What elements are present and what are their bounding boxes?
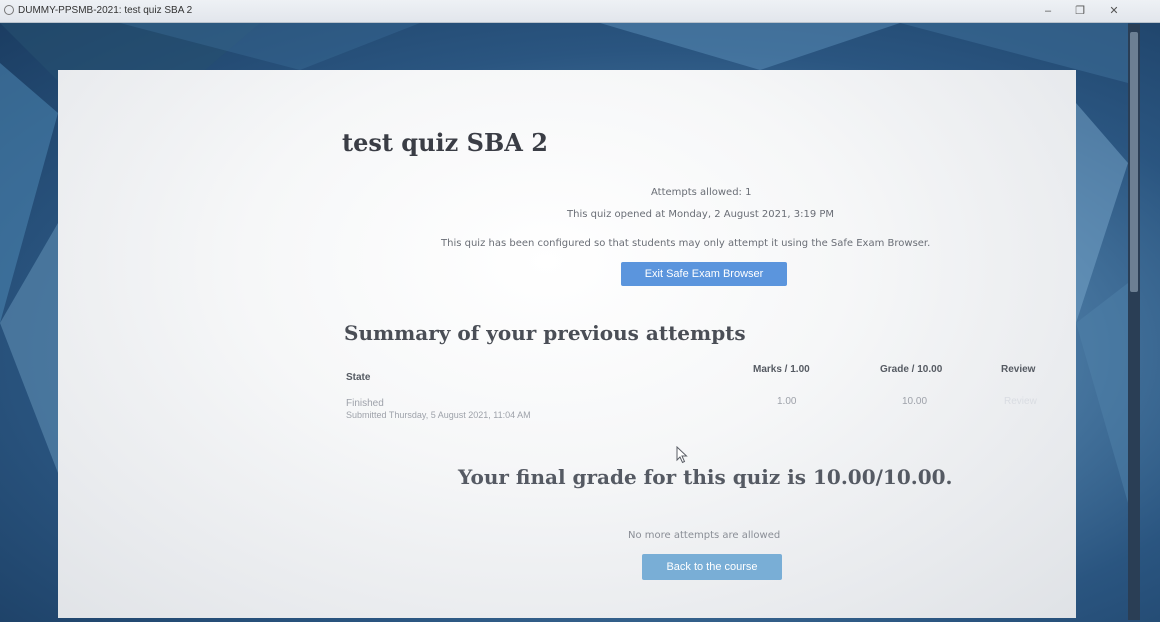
attempt-review-link[interactable]: Review: [1004, 396, 1037, 407]
summary-title: Summary of your previous attempts: [344, 321, 746, 345]
attempts-allowed: Attempts allowed: 1: [651, 187, 752, 198]
seb-notice: This quiz has been configured so that st…: [441, 238, 931, 249]
col-header-state: State: [346, 372, 371, 383]
cursor-icon: [676, 446, 688, 464]
exit-safe-exam-browser-button[interactable]: Exit Safe Exam Browser: [621, 262, 787, 286]
minimize-button[interactable]: –: [1034, 3, 1062, 19]
attempt-grade: 10.00: [902, 396, 928, 407]
attempt-marks: 1.00: [777, 396, 797, 407]
window-titlebar: DUMMY-PPSMB-2021: test quiz SBA 2 – ❐ ✕: [0, 0, 1160, 23]
quiz-opened-date: This quiz opened at Monday, 2 August 202…: [567, 209, 835, 220]
app-icon: [4, 5, 14, 15]
final-grade: Your final grade for this quiz is 10.00/…: [458, 465, 953, 489]
window-title: DUMMY-PPSMB-2021: test quiz SBA 2: [18, 5, 193, 16]
close-button[interactable]: ✕: [1100, 3, 1128, 19]
col-header-review: Review: [1001, 364, 1036, 375]
quiz-title: test quiz SBA 2: [342, 128, 548, 157]
attempt-state: Finished: [346, 398, 384, 409]
col-header-grade: Grade / 10.00: [880, 364, 943, 375]
attempt-submitted: Submitted Thursday, 5 August 2021, 11:04…: [346, 410, 531, 420]
back-to-course-button[interactable]: Back to the course: [642, 554, 782, 580]
no-more-attempts: No more attempts are allowed: [628, 530, 781, 541]
maximize-button[interactable]: ❐: [1066, 3, 1094, 19]
window-scrollbar-thumb[interactable]: [1130, 32, 1138, 292]
col-header-marks: Marks / 1.00: [753, 364, 810, 375]
